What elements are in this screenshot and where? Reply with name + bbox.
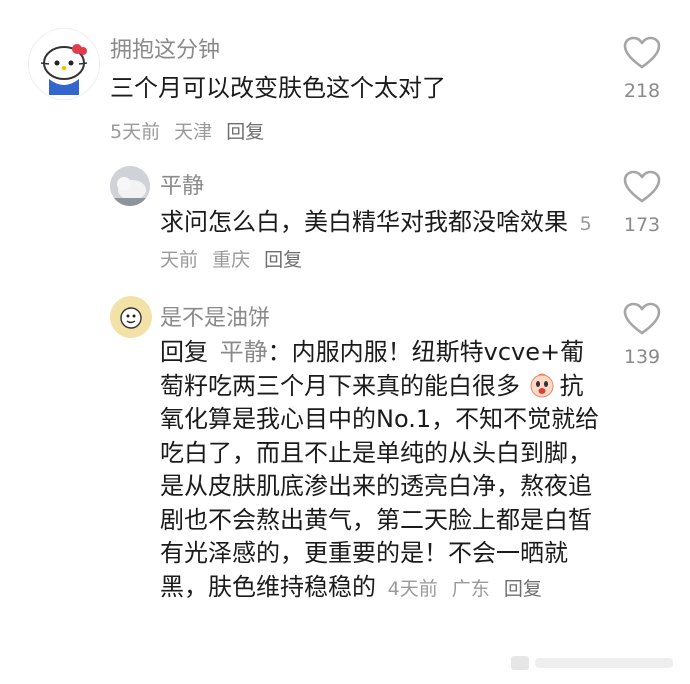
reply-button[interactable]: 回复 bbox=[504, 578, 542, 600]
like-count: 173 bbox=[623, 214, 661, 236]
cat-avatar-icon bbox=[110, 166, 150, 206]
reply-to-username[interactable]: 平静 bbox=[220, 338, 268, 366]
comment-time: 4天前 bbox=[387, 577, 438, 600]
comment-text: 三个月可以改变肤色这个太对了 bbox=[110, 74, 446, 102]
like-button[interactable]: 139 bbox=[620, 302, 664, 368]
heart-outline-icon bbox=[623, 36, 661, 69]
comment-meta: 5天前 天津 回复 bbox=[110, 117, 272, 144]
comment-username[interactable]: 拥抱这分钟 bbox=[110, 32, 220, 64]
comment-text: 回复 平静：内服内服！纽斯特vcve+葡萄籽吃两三个月下来真的能白很多 抗氧化算… bbox=[160, 336, 600, 606]
comment-meta: 4天前 广东 回复 bbox=[388, 578, 550, 600]
like-button[interactable]: 218 bbox=[620, 36, 664, 102]
hello-kitty-avatar-icon bbox=[40, 44, 88, 95]
comment-text: 求问怎么白，美白精华对我都没啥效果 5天前 重庆 回复 bbox=[160, 206, 600, 277]
comment-location: 广东 bbox=[451, 577, 490, 600]
like-count: 139 bbox=[623, 346, 661, 368]
comment-text-content: 求问怎么白，美白精华对我都没啥效果 bbox=[160, 208, 568, 236]
crying-emoji-icon bbox=[530, 373, 554, 397]
comment-location: 天津 bbox=[174, 121, 213, 143]
reply-button[interactable]: 回复 bbox=[264, 249, 302, 271]
like-count: 218 bbox=[623, 80, 661, 102]
heart-outline-icon bbox=[623, 302, 661, 335]
emoji-avatar-icon bbox=[110, 296, 152, 338]
comment-username[interactable]: 平静 bbox=[160, 168, 204, 200]
comment-location: 重庆 bbox=[212, 248, 251, 271]
avatar-cat[interactable] bbox=[110, 166, 150, 206]
watermark-logo bbox=[511, 656, 673, 670]
comment-text-part2: 抗氧化算是我心目中的No.1，不知不觉就给吃白了，而且不止是单纯的从头白到脚，是… bbox=[160, 371, 600, 601]
comment-username[interactable]: 是不是油饼 bbox=[160, 300, 270, 332]
avatar-hello-kitty[interactable] bbox=[28, 28, 100, 100]
reply-button[interactable]: 回复 bbox=[226, 121, 264, 143]
reply-prefix: 回复 bbox=[160, 338, 208, 366]
like-button[interactable]: 173 bbox=[620, 170, 664, 236]
comment-time: 5天前 bbox=[110, 121, 161, 143]
avatar-emoji[interactable] bbox=[110, 296, 152, 338]
heart-outline-icon bbox=[623, 170, 661, 203]
